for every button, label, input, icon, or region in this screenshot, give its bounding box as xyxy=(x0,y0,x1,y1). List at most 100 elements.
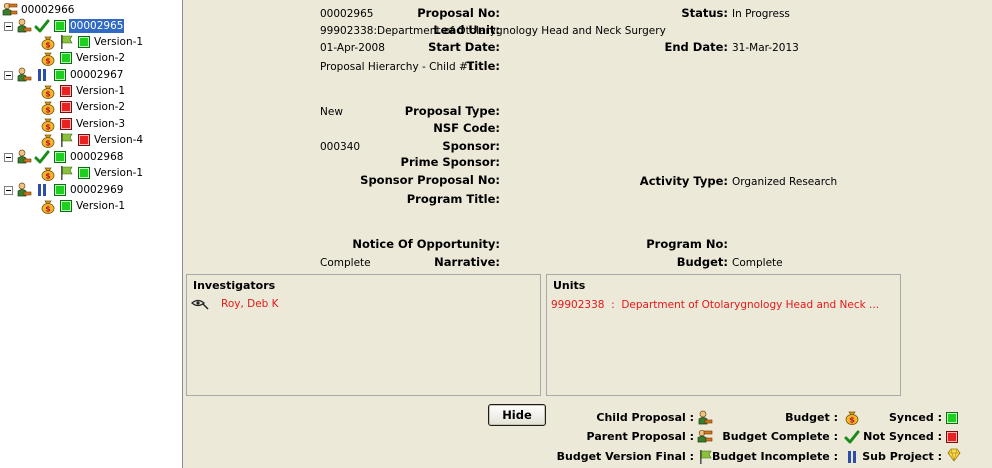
tree-node-proposal[interactable]: 00002965 xyxy=(4,18,125,34)
start-date-label: Start Date: xyxy=(428,40,500,54)
legend-synced-label: Synced : xyxy=(888,411,942,424)
budget-icon xyxy=(40,34,56,50)
tree-node-label[interactable]: 00002965 xyxy=(69,19,125,33)
tree-node-label[interactable]: 00002969 xyxy=(69,183,124,197)
budget-version-final-icon xyxy=(58,165,74,181)
principal-investigator-icon xyxy=(191,298,209,310)
prime-sponsor-label: Prime Sponsor: xyxy=(400,155,500,169)
legend-child-proposal-label: Child Proposal : xyxy=(596,411,694,424)
tree-node-label[interactable]: Version-1 xyxy=(75,84,126,98)
budget-icon xyxy=(40,132,56,148)
hide-button[interactable]: Hide xyxy=(488,404,546,426)
investigator-name[interactable]: Roy, Deb K xyxy=(221,298,279,310)
notice-of-opportunity-label: Notice Of Opportunity: xyxy=(352,237,500,251)
tree-node-version[interactable]: Version-1 xyxy=(40,198,126,214)
proposal-no-value: 00002965 xyxy=(320,8,374,20)
not-synced-icon xyxy=(60,118,72,130)
tree-node-label[interactable]: Version-2 xyxy=(75,100,126,114)
proposal-type-value: New xyxy=(320,106,343,118)
synced-icon xyxy=(54,151,66,163)
budget-complete-icon xyxy=(844,429,860,445)
tree-node-version[interactable]: Version-1 xyxy=(40,34,144,50)
tree-node-version[interactable]: Version-2 xyxy=(40,50,126,66)
activity-type-value: Organized Research xyxy=(732,176,838,188)
child-proposal-icon xyxy=(16,149,32,165)
budget-version-final-icon xyxy=(58,132,74,148)
tree-node-label[interactable]: Version-1 xyxy=(75,199,126,213)
sponsor-value: 000340 xyxy=(320,141,361,153)
proposal-detail-panel: Proposal No: 00002965 Status: In Progres… xyxy=(184,0,992,468)
budget-complete-icon xyxy=(34,18,50,34)
tree-node-version[interactable]: Version-4 xyxy=(40,132,144,148)
child-proposal-icon xyxy=(697,410,713,426)
budget-complete-icon xyxy=(34,149,50,165)
tree-node-version[interactable]: Version-1 xyxy=(40,165,144,181)
tree-node-proposal[interactable]: 00002969 xyxy=(4,182,124,198)
budget-label: Budget: xyxy=(676,255,728,269)
tree-node-label[interactable]: 00002967 xyxy=(69,68,124,82)
budget-icon xyxy=(40,99,56,115)
units-title: Units xyxy=(553,279,586,292)
parent-proposal-icon xyxy=(697,429,713,445)
units-panel: Units 99902338 : Department of Otolarygn… xyxy=(546,274,901,396)
end-date-value: 31-Mar-2013 xyxy=(732,42,799,54)
legend-parent-proposal-label: Parent Proposal : xyxy=(586,430,694,443)
synced-icon xyxy=(54,20,66,32)
parent-proposal-icon xyxy=(2,2,18,18)
budget-version-final-icon xyxy=(58,34,74,50)
program-title-label: Program Title: xyxy=(406,192,500,206)
synced-icon xyxy=(60,52,72,64)
tree-root-label[interactable]: 00002966 xyxy=(20,3,75,17)
status-value: In Progress xyxy=(732,8,790,20)
legend-budget-complete-label: Budget Complete : xyxy=(722,430,838,443)
tree-node-version[interactable]: Version-3 xyxy=(40,116,126,132)
collapse-toggle-icon[interactable] xyxy=(4,185,13,195)
unit-row[interactable]: 99902338 : Department of Otolarygnology … xyxy=(547,296,900,311)
sub-project-icon xyxy=(946,447,962,463)
budget-version-final-icon xyxy=(697,449,713,465)
legend-budget-version-final-label: Budget Version Final : xyxy=(556,450,694,463)
budget-value: Complete xyxy=(732,257,783,269)
tree-node-label[interactable]: Version-3 xyxy=(75,117,126,131)
sponsor-proposal-no-label: Sponsor Proposal No: xyxy=(360,173,500,187)
investigator-row[interactable]: Roy, Deb K xyxy=(187,296,540,310)
narrative-value: Complete xyxy=(320,257,371,269)
status-label: Status: xyxy=(681,6,728,20)
unit-name[interactable]: 99902338 : Department of Otolarygnology … xyxy=(551,299,879,311)
not-synced-icon xyxy=(78,134,90,146)
tree-node-label[interactable]: 00002968 xyxy=(69,150,124,164)
tree-node-proposal[interactable]: 00002968 xyxy=(4,149,124,165)
activity-type-label: Activity Type: xyxy=(639,174,728,188)
child-proposal-icon xyxy=(16,67,32,83)
collapse-toggle-icon[interactable] xyxy=(4,70,13,80)
tree-node-proposal[interactable]: 00002967 xyxy=(4,67,124,83)
budget-incomplete-icon xyxy=(34,182,50,198)
tree-node-label[interactable]: Version-4 xyxy=(93,133,144,147)
proposal-type-label: Proposal Type: xyxy=(404,104,500,118)
tree-node-label[interactable]: Version-1 xyxy=(93,35,144,49)
tree-node-label[interactable]: Version-2 xyxy=(75,51,126,65)
program-no-label: Program No: xyxy=(646,237,728,251)
tree-root-node[interactable]: 00002966 xyxy=(2,2,75,18)
investigators-panel: Investigators Roy, Deb K xyxy=(186,274,541,396)
tree-node-version[interactable]: Version-1 xyxy=(40,83,126,99)
narrative-label: Narrative: xyxy=(434,255,500,269)
budget-icon xyxy=(40,50,56,66)
title-value: Proposal Hierarchy - Child #1 xyxy=(320,61,475,73)
lead-unit-value: 99902338:Department of Otolarygnology He… xyxy=(320,25,666,37)
tree-node-label[interactable]: Version-1 xyxy=(93,166,144,180)
proposal-hierarchy-tree[interactable]: 00002966 00002965 Version-1 Version-2 00… xyxy=(0,0,183,468)
tree-node-version[interactable]: Version-2 xyxy=(40,99,126,115)
legend-not-synced-label: Not Synced : xyxy=(863,430,942,443)
collapse-toggle-icon[interactable] xyxy=(4,152,13,162)
synced-icon xyxy=(78,36,90,48)
budget-icon xyxy=(844,409,860,425)
budget-incomplete-icon xyxy=(844,449,860,465)
legend-budget-label: Budget : xyxy=(785,411,838,424)
not-synced-icon xyxy=(946,431,958,443)
collapse-toggle-icon[interactable] xyxy=(4,21,13,31)
budget-icon xyxy=(40,165,56,181)
not-synced-icon xyxy=(60,101,72,113)
investigators-title: Investigators xyxy=(193,279,276,292)
synced-icon xyxy=(54,184,66,196)
